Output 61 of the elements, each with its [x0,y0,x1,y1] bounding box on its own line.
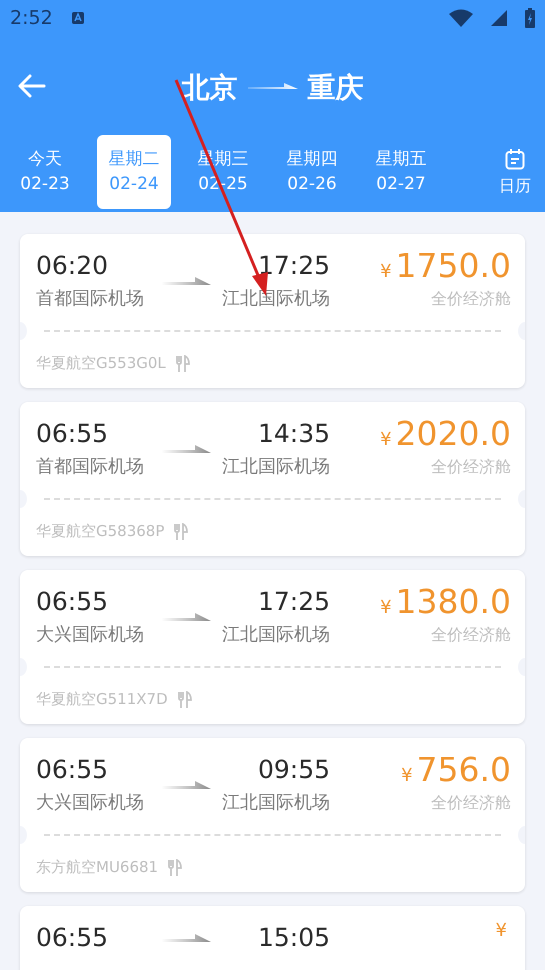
departure-time: 06:55 [36,418,110,450]
meal-icon [174,522,188,540]
departure-time: 06:20 [36,250,110,282]
ticket-price: 1750.0 [396,248,511,284]
status-time: 2:52 [10,7,53,29]
departure-airport: 首都国际机场 [36,455,145,479]
currency-sign: ¥ [401,765,413,786]
cabin-class: 全价经济舱 [431,792,511,814]
meal-icon [178,690,192,708]
flight-number: 华夏航空G553G0L [36,354,166,373]
signal-icon [491,10,507,26]
flight-card[interactable]: 06:55 17:25 ¥1380.0 大兴国际机场 江北国际机场 全价经济舱 华夏航空G511X7D [20,570,525,724]
arrival-time: 09:55 [256,754,330,786]
currency-sign: ¥ [380,597,392,618]
flight-number: 华夏航空G511X7D [36,690,168,709]
flight-arrow-icon [161,780,211,790]
date-tab[interactable]: 星期五 02-27 [364,135,438,209]
arrival-time: 14:35 [256,418,330,450]
currency-sign: ¥ [496,920,507,941]
arrival-airport: 江北国际机场 [221,455,330,479]
arrival-time: 17:25 [256,250,330,282]
back-icon[interactable] [18,74,46,98]
flight-arrow-icon [161,444,211,454]
arrival-time: 17:25 [256,586,330,618]
date-tab[interactable]: 星期四 02-26 [275,135,349,209]
flight-arrow-icon [161,612,211,622]
cabin-class: 全价经济舱 [431,624,511,646]
arrival-airport: 江北国际机场 [221,623,330,647]
flight-number: 东方航空MU6681 [36,858,158,877]
arrival-time: 15:05 [256,922,330,954]
wifi-icon [449,9,473,27]
calendar-button[interactable]: 日历 [493,148,537,196]
flight-card[interactable]: 06:55 14:35 ¥2020.0 首都国际机场 江北国际机场 全价经济舱 华夏航空G58368P [20,402,525,556]
currency-sign: ¥ [380,261,392,282]
date-tab[interactable]: 今天 02-23 [8,135,82,209]
flight-card[interactable]: 06:55 09:55 ¥756.0 大兴国际机场 江北国际机场 全价经济舱 东方航空MU6681 [20,738,525,892]
flight-card[interactable]: 06:55 15:05 ¥ [20,906,525,970]
flight-arrow-icon [161,932,211,942]
cabin-class: 全价经济舱 [431,456,511,478]
arrival-airport: 江北国际机场 [221,791,330,815]
calendar-icon [505,148,525,170]
departure-time: 06:55 [36,922,110,954]
ticket-price: 756.0 [416,752,511,788]
flight-arrow-icon [161,276,211,286]
arrival-city: 重庆 [308,70,364,106]
meal-icon [176,354,190,372]
departure-city: 北京 [182,70,238,106]
departure-time: 06:55 [36,586,110,618]
meal-icon [168,858,182,876]
departure-airport: 大兴国际机场 [36,791,145,815]
departure-airport: 首都国际机场 [36,287,145,311]
cabin-class: 全价经济舱 [431,288,511,310]
ticket-price: 2020.0 [396,416,511,452]
ticket-price: 1380.0 [396,584,511,620]
notification-icon [70,11,85,25]
battery-icon [525,8,535,28]
flight-number: 华夏航空G58368P [36,522,164,541]
currency-sign: ¥ [380,429,392,450]
date-tab[interactable]: 星期二 02-24 [97,135,171,209]
departure-airport: 大兴国际机场 [36,623,145,647]
departure-time: 06:55 [36,754,110,786]
